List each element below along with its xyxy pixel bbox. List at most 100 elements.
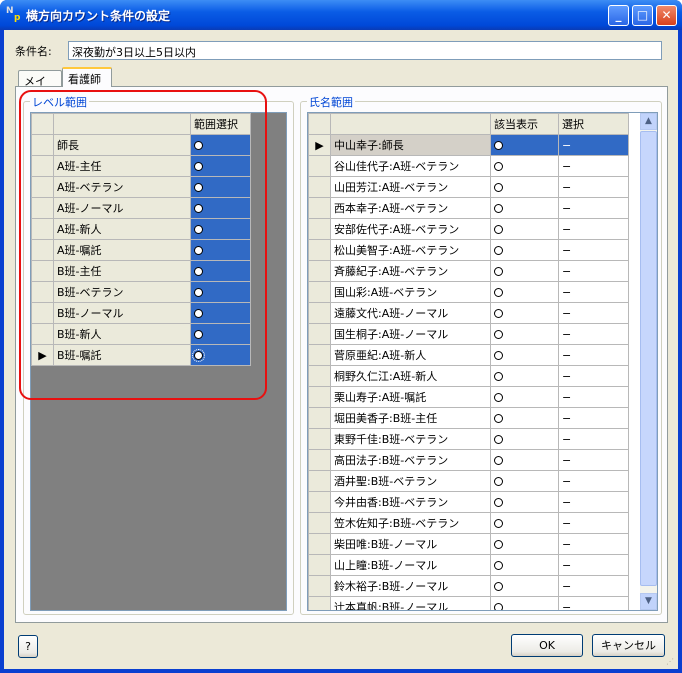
show-cell[interactable]: [490, 428, 559, 450]
name-row[interactable]: 安部佐代子:A班-ベテラン −: [308, 218, 629, 240]
show-cell[interactable]: [490, 260, 559, 282]
show-cell[interactable]: [490, 533, 559, 555]
show-cell[interactable]: [490, 512, 559, 534]
name-row[interactable]: 鈴木裕子:B班-ノーマル −: [308, 575, 629, 597]
select-cell[interactable]: −: [558, 470, 629, 492]
title-bar[interactable]: Np 横方向カウント条件の設定 _ □ ✕: [0, 0, 682, 30]
name-grid[interactable]: 該当表示 選択 ▶ 中山幸子:師長 − 谷山佳代子:A班-ベテラン − 山田芳江:A班-ベ…: [307, 112, 658, 611]
row-header[interactable]: [308, 344, 331, 366]
name-row[interactable]: 菅原亜紀:A班-新人 −: [308, 344, 629, 366]
name-row[interactable]: 斉藤紀子:A班-ベテラン −: [308, 260, 629, 282]
name-row[interactable]: 東野千佳:B班-ベテラン −: [308, 428, 629, 450]
row-header[interactable]: [308, 365, 331, 387]
maximize-button[interactable]: □: [632, 5, 653, 26]
select-cell[interactable]: −: [558, 428, 629, 450]
select-cell[interactable]: −: [558, 407, 629, 429]
show-cell[interactable]: [490, 554, 559, 576]
name-row[interactable]: 国生桐子:A班-ノーマル −: [308, 323, 629, 345]
minimize-button[interactable]: _: [608, 5, 629, 26]
row-header[interactable]: [308, 407, 331, 429]
select-cell[interactable]: −: [558, 323, 629, 345]
show-cell[interactable]: [490, 218, 559, 240]
name-row[interactable]: 桐野久仁江:A班-新人 −: [308, 365, 629, 387]
show-cell[interactable]: [490, 596, 559, 610]
scroll-thumb[interactable]: [640, 131, 657, 586]
select-cell[interactable]: −: [558, 260, 629, 282]
show-cell[interactable]: [490, 134, 559, 156]
select-cell[interactable]: −: [558, 491, 629, 513]
select-cell[interactable]: −: [558, 197, 629, 219]
ok-button[interactable]: OK: [511, 634, 583, 657]
row-header[interactable]: [308, 512, 331, 534]
help-button[interactable]: ?: [18, 635, 38, 658]
scroll-down-button[interactable]: ▼: [640, 593, 657, 610]
name-row[interactable]: ▶ 中山幸子:師長 −: [308, 134, 629, 156]
show-cell[interactable]: [490, 323, 559, 345]
name-row[interactable]: 笠木佐知子:B班-ベテラン −: [308, 512, 629, 534]
row-header[interactable]: [308, 554, 331, 576]
show-cell[interactable]: [490, 386, 559, 408]
show-cell[interactable]: [490, 407, 559, 429]
row-header[interactable]: [308, 176, 331, 198]
scroll-up-button[interactable]: ▲: [640, 113, 657, 130]
name-grid-scrollbar[interactable]: ▲ ▼: [640, 113, 657, 610]
select-cell[interactable]: −: [558, 344, 629, 366]
show-cell[interactable]: [490, 449, 559, 471]
select-cell[interactable]: −: [558, 155, 629, 177]
name-row[interactable]: 遠藤文代:A班-ノーマル −: [308, 302, 629, 324]
show-cell[interactable]: [490, 197, 559, 219]
select-cell[interactable]: −: [558, 449, 629, 471]
row-header[interactable]: [308, 449, 331, 471]
show-cell[interactable]: [490, 491, 559, 513]
row-header[interactable]: [308, 428, 331, 450]
select-cell[interactable]: −: [558, 554, 629, 576]
row-header[interactable]: [308, 575, 331, 597]
row-header[interactable]: [308, 491, 331, 513]
select-cell[interactable]: −: [558, 176, 629, 198]
name-row[interactable]: 国山彩:A班-ベテラン −: [308, 281, 629, 303]
select-cell[interactable]: −: [558, 575, 629, 597]
name-row[interactable]: 山田芳江:A班-ベテラン −: [308, 176, 629, 198]
show-cell[interactable]: [490, 302, 559, 324]
tab-nurse[interactable]: 看護師: [62, 67, 112, 87]
show-cell[interactable]: [490, 281, 559, 303]
show-cell[interactable]: [490, 470, 559, 492]
row-header[interactable]: [308, 260, 331, 282]
select-cell[interactable]: −: [558, 302, 629, 324]
row-header[interactable]: [308, 323, 331, 345]
show-cell[interactable]: [490, 365, 559, 387]
name-row[interactable]: 堀田美香子:B班-主任 −: [308, 407, 629, 429]
select-cell[interactable]: −: [558, 596, 629, 610]
show-cell[interactable]: [490, 344, 559, 366]
row-header[interactable]: [308, 155, 331, 177]
row-header[interactable]: [308, 302, 331, 324]
name-row[interactable]: 高田法子:B班-ベテラン −: [308, 449, 629, 471]
show-cell[interactable]: [490, 155, 559, 177]
select-cell[interactable]: −: [558, 281, 629, 303]
name-row[interactable]: 西本幸子:A班-ベテラン −: [308, 197, 629, 219]
show-cell[interactable]: [490, 176, 559, 198]
select-cell[interactable]: −: [558, 533, 629, 555]
select-cell[interactable]: −: [558, 239, 629, 261]
row-header[interactable]: ▶: [308, 134, 331, 156]
name-row[interactable]: 辻本真帆:B班-ノーマル −: [308, 596, 629, 610]
row-header[interactable]: [308, 197, 331, 219]
row-header[interactable]: [308, 239, 331, 261]
row-header[interactable]: [308, 218, 331, 240]
select-cell[interactable]: −: [558, 512, 629, 534]
show-cell[interactable]: [490, 575, 559, 597]
close-button[interactable]: ✕: [656, 5, 677, 26]
name-row[interactable]: 谷山佳代子:A班-ベテラン −: [308, 155, 629, 177]
row-header[interactable]: [308, 281, 331, 303]
select-cell[interactable]: −: [558, 386, 629, 408]
name-row[interactable]: 松山美智子:A班-ベテラン −: [308, 239, 629, 261]
row-header[interactable]: [308, 470, 331, 492]
name-row[interactable]: 今井由香:B班-ベテラン −: [308, 491, 629, 513]
show-cell[interactable]: [490, 239, 559, 261]
name-row[interactable]: 山上瞳:B班-ノーマル −: [308, 554, 629, 576]
row-header[interactable]: [308, 386, 331, 408]
name-row[interactable]: 酒井聖:B班-ベテラン −: [308, 470, 629, 492]
row-header[interactable]: [308, 533, 331, 555]
select-cell[interactable]: −: [558, 365, 629, 387]
cancel-button[interactable]: キャンセル: [592, 634, 665, 657]
